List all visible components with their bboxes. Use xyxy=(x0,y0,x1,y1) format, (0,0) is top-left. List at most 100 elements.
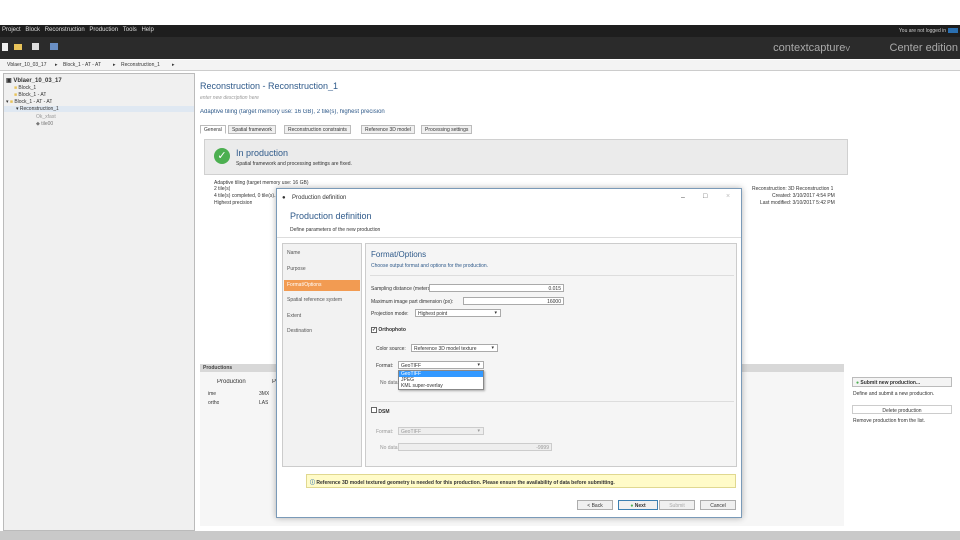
dsm-format-label: Format: xyxy=(376,429,394,435)
tab-processing-settings[interactable]: Processing settings xyxy=(421,125,473,134)
menu-bar: Project Block Reconstruction Production … xyxy=(0,25,960,37)
dsm-nodata-label: No data: xyxy=(380,445,399,451)
breadcrumb: Vblaer_10_03_17 ▸ Block_1 - AT - AT ▸ Re… xyxy=(0,60,960,71)
login-status[interactable]: You are not logged in xyxy=(899,28,946,34)
tab-spatial-framework[interactable]: Spatial framework xyxy=(228,125,277,134)
submit-production-button[interactable]: ● Submit new production... xyxy=(852,377,952,387)
breadcrumb-sep-icon: ▸ xyxy=(55,62,58,68)
status-box: ✓ In production Spatial framework and pr… xyxy=(204,139,848,175)
breadcrumb-sep-icon: ▸ xyxy=(113,62,116,68)
dsm-checkbox[interactable]: DSM xyxy=(371,407,390,415)
step-spatial-reference[interactable]: Spatial reference system xyxy=(287,297,342,303)
tree-block2[interactable]: ■ Block_1 - AT xyxy=(14,92,46,98)
format-option-kml[interactable]: KML super-overlay xyxy=(399,383,483,389)
menu-production[interactable]: Production xyxy=(87,25,119,33)
nodata-label: No data: xyxy=(380,380,399,386)
brand-logo: contextcaptureV xyxy=(773,42,850,54)
tab-general[interactable]: General xyxy=(200,125,226,134)
table-row[interactable]: ime xyxy=(208,391,216,397)
breadcrumb-project[interactable]: Vblaer_10_03_17 xyxy=(7,62,46,68)
submit-button[interactable]: Submit xyxy=(659,500,695,510)
table-row[interactable]: ortho xyxy=(208,400,219,406)
info-left-2: 2 tile(s) xyxy=(214,186,231,192)
login-indicator xyxy=(948,28,958,33)
divider xyxy=(370,275,734,276)
orthophoto-checkbox[interactable]: ✓ Orthophoto xyxy=(371,327,406,333)
back-button[interactable]: < Back xyxy=(577,500,613,510)
step-list: Name Purpose Format/Options Spatial refe… xyxy=(282,243,362,467)
breadcrumb-block[interactable]: Block_1 - AT - AT xyxy=(63,62,101,68)
menu-help[interactable]: Help xyxy=(139,25,154,33)
open-folder-icon[interactable] xyxy=(14,44,22,50)
format-label: Format: xyxy=(376,363,394,369)
cancel-button[interactable]: Cancel xyxy=(700,500,736,510)
breadcrumb-sep-icon: ▸ xyxy=(172,62,175,68)
table-cell: LAS xyxy=(259,400,269,406)
col-production[interactable]: Production xyxy=(217,379,246,385)
max-image-input[interactable]: 16000 xyxy=(463,297,564,305)
menu-project[interactable]: Project xyxy=(0,25,22,33)
maximize-icon[interactable]: □ xyxy=(703,193,707,200)
close-icon[interactable]: × xyxy=(726,193,730,200)
info-left-3: 4 tile(s) completed, 0 tile(s)... xyxy=(214,193,278,199)
delete-production-button[interactable]: Delete production xyxy=(852,405,952,414)
divider xyxy=(277,237,741,238)
info-right-2: Created: 3/10/2017 4:54 PM xyxy=(772,193,835,199)
chevron-down-icon: ▾ xyxy=(477,362,480,368)
tree-block3[interactable]: ▾ ■ Block_1 - AT - AT xyxy=(6,99,52,105)
step-name[interactable]: Name xyxy=(287,250,300,256)
breadcrumb-reconstruction[interactable]: Reconstruction_1 xyxy=(121,62,160,68)
menu-reconstruction[interactable]: Reconstruction xyxy=(43,25,86,33)
tree-sub1[interactable]: Ok_xfast xyxy=(36,114,56,120)
format-options-panel: Format/Options Choose output format and … xyxy=(365,243,737,467)
chevron-down-icon: ▾ xyxy=(494,310,497,316)
projection-select[interactable]: Highest point ▾ xyxy=(415,309,501,317)
header-subtitle: Adaptive tiling (target memory use: 16 G… xyxy=(200,109,385,115)
description-field[interactable]: enter new description here xyxy=(200,95,259,101)
menu-block[interactable]: Block xyxy=(23,25,41,33)
save-icon[interactable] xyxy=(32,43,39,50)
submit-production-desc: Define and submit a new production. xyxy=(853,391,935,397)
step-format-options[interactable]: Format/Options xyxy=(284,280,360,291)
brand-edition: Center edition xyxy=(889,42,959,54)
tree-block1[interactable]: ■ Block_1 xyxy=(14,85,36,91)
content-title: Format/Options xyxy=(371,250,427,259)
status-text: Spatial framework and processing setting… xyxy=(236,161,352,167)
dialog-window-title: Production definition xyxy=(292,195,347,201)
checkbox-unchecked-icon xyxy=(371,407,377,413)
tree-sub2[interactable]: ◆ tile00 xyxy=(36,121,53,127)
dialog-subheading: Define parameters of the new production xyxy=(290,227,381,233)
menu-tools[interactable]: Tools xyxy=(121,25,138,33)
step-purpose[interactable]: Purpose xyxy=(287,266,306,272)
step-extent[interactable]: Extent xyxy=(287,313,301,319)
table-cell: 3MX xyxy=(259,391,270,397)
sampling-input[interactable]: 0.015 xyxy=(429,284,564,292)
next-button[interactable]: ● Next xyxy=(618,500,658,510)
new-project-icon[interactable] xyxy=(2,43,8,51)
dsm-format-select: GeoTIFF ▾ xyxy=(398,427,484,435)
app-icon: ● xyxy=(282,195,286,201)
minimize-icon[interactable]: – xyxy=(681,194,685,201)
tree-root[interactable]: ▣ Vblaer_10_03_17 xyxy=(6,77,62,84)
status-bar xyxy=(0,531,960,540)
format-select[interactable]: GeoTIFF ▾ xyxy=(398,361,484,369)
project-tree: ▣ Vblaer_10_03_17 ■ Block_1 ■ Block_1 - … xyxy=(3,73,195,531)
color-source-select[interactable]: Reference 3D model texture ▾ xyxy=(411,344,498,352)
checkbox-checked-icon: ✓ xyxy=(371,327,377,333)
chevron-down-icon: ▾ xyxy=(491,345,494,351)
tab-reference-3d-model[interactable]: Reference 3D model xyxy=(361,125,415,134)
dsm-nodata-input: -9999 xyxy=(398,443,552,451)
info-right-3: Last modified: 3/10/2017 5:42 PM xyxy=(760,200,835,206)
toolbar: contextcaptureV Center edition xyxy=(0,37,960,59)
status-title: In production xyxy=(236,148,289,158)
info-right-1: Reconstruction: 3D Reconstruction 1 xyxy=(752,186,834,192)
image-icon[interactable] xyxy=(50,43,58,50)
delete-production-desc: Remove production from the list. xyxy=(853,418,925,424)
tab-reconstruction-constraints[interactable]: Reconstruction constraints xyxy=(284,125,351,134)
chevron-down-icon: ▾ xyxy=(477,428,480,434)
tree-reconstruction[interactable]: ▾ Reconstruction_1 xyxy=(4,106,194,112)
step-destination[interactable]: Destination xyxy=(287,328,312,334)
sampling-label: Sampling distance (meters): xyxy=(371,286,434,292)
content-subtitle: Choose output format and options for the… xyxy=(371,263,489,269)
check-icon: ✓ xyxy=(214,148,230,164)
